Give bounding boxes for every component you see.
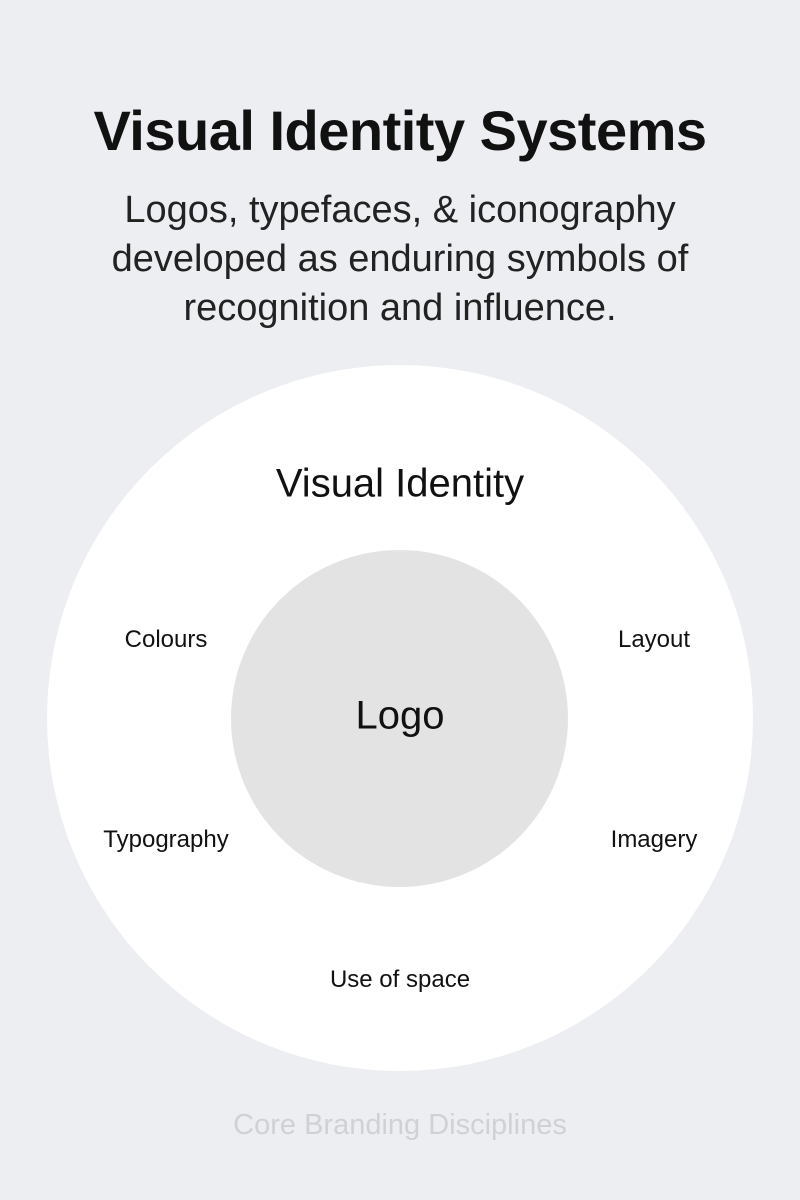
page-title: Visual Identity Systems bbox=[93, 99, 707, 162]
item-imagery: Imagery bbox=[610, 826, 698, 853]
footer-caption: Core Branding Disciplines bbox=[233, 1109, 567, 1141]
item-colours: Colours bbox=[124, 626, 208, 653]
page-subtitle: Logos, typefaces, & iconography develope… bbox=[0, 186, 800, 333]
center-circle-label: Logo bbox=[355, 693, 445, 738]
subtitle-text: Logos, typefaces, & iconography develope… bbox=[111, 189, 689, 329]
item-typography: Typography bbox=[103, 826, 229, 853]
item-use-of-space: Use of space bbox=[329, 966, 471, 993]
item-layout: Layout bbox=[617, 626, 691, 653]
outer-circle-label: Visual Identity bbox=[275, 461, 525, 506]
